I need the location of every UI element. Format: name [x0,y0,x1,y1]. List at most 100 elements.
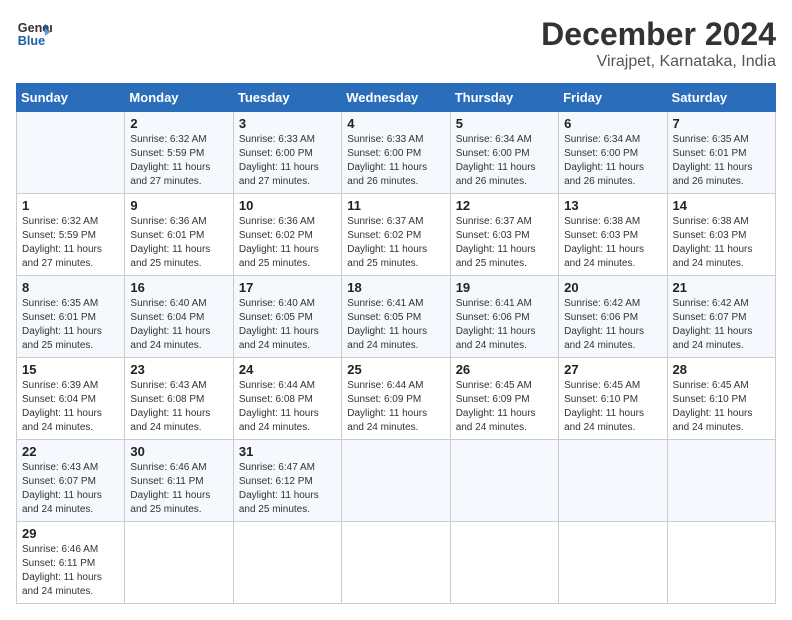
day-number: 4 [347,116,444,131]
header-row: SundayMondayTuesdayWednesdayThursdayFrid… [17,84,776,112]
day-number: 25 [347,362,444,377]
svg-text:Blue: Blue [18,34,45,48]
day-detail: Sunrise: 6:45 AMSunset: 6:10 PMDaylight:… [564,380,644,433]
day-cell-27: 27 Sunrise: 6:45 AMSunset: 6:10 PMDaylig… [559,358,667,440]
day-number: 30 [130,444,227,459]
day-number: 29 [22,526,119,541]
day-cell-5: 5 Sunrise: 6:34 AMSunset: 6:00 PMDayligh… [450,112,558,194]
day-detail: Sunrise: 6:46 AMSunset: 6:11 PMDaylight:… [22,544,102,597]
day-cell-14: 14 Sunrise: 6:38 AMSunset: 6:03 PMDaylig… [667,194,775,276]
day-cell-26: 26 Sunrise: 6:45 AMSunset: 6:09 PMDaylig… [450,358,558,440]
day-cell-19: 19 Sunrise: 6:41 AMSunset: 6:06 PMDaylig… [450,276,558,358]
day-cell-30: 30 Sunrise: 6:46 AMSunset: 6:11 PMDaylig… [125,440,233,522]
header-wednesday: Wednesday [342,84,450,112]
day-detail: Sunrise: 6:43 AMSunset: 6:07 PMDaylight:… [22,462,102,515]
day-number: 7 [673,116,770,131]
day-cell-7: 7 Sunrise: 6:35 AMSunset: 6:01 PMDayligh… [667,112,775,194]
day-number: 15 [22,362,119,377]
day-cell-11: 11 Sunrise: 6:37 AMSunset: 6:02 PMDaylig… [342,194,450,276]
empty-cell [559,522,667,604]
day-cell-28: 28 Sunrise: 6:45 AMSunset: 6:10 PMDaylig… [667,358,775,440]
day-detail: Sunrise: 6:36 AMSunset: 6:01 PMDaylight:… [130,216,210,269]
day-number: 2 [130,116,227,131]
day-cell-31: 31 Sunrise: 6:47 AMSunset: 6:12 PMDaylig… [233,440,341,522]
day-detail: Sunrise: 6:36 AMSunset: 6:02 PMDaylight:… [239,216,319,269]
empty-cell [450,522,558,604]
day-detail: Sunrise: 6:43 AMSunset: 6:08 PMDaylight:… [130,380,210,433]
day-cell-13: 13 Sunrise: 6:38 AMSunset: 6:03 PMDaylig… [559,194,667,276]
header-tuesday: Tuesday [233,84,341,112]
day-detail: Sunrise: 6:34 AMSunset: 6:00 PMDaylight:… [456,134,536,187]
day-number: 3 [239,116,336,131]
empty-cell [233,522,341,604]
day-cell-21: 21 Sunrise: 6:42 AMSunset: 6:07 PMDaylig… [667,276,775,358]
day-cell-8: 8 Sunrise: 6:35 AMSunset: 6:01 PMDayligh… [17,276,125,358]
day-detail: Sunrise: 6:35 AMSunset: 6:01 PMDaylight:… [673,134,753,187]
day-cell-24: 24 Sunrise: 6:44 AMSunset: 6:08 PMDaylig… [233,358,341,440]
empty-cell [667,440,775,522]
day-number: 22 [22,444,119,459]
day-cell-10: 10 Sunrise: 6:36 AMSunset: 6:02 PMDaylig… [233,194,341,276]
day-detail: Sunrise: 6:40 AMSunset: 6:05 PMDaylight:… [239,298,319,351]
day-detail: Sunrise: 6:47 AMSunset: 6:12 PMDaylight:… [239,462,319,515]
day-cell-15: 15 Sunrise: 6:39 AMSunset: 6:04 PMDaylig… [17,358,125,440]
day-number: 17 [239,280,336,295]
day-cell-12: 12 Sunrise: 6:37 AMSunset: 6:03 PMDaylig… [450,194,558,276]
empty-cell [667,522,775,604]
day-cell-17: 17 Sunrise: 6:40 AMSunset: 6:05 PMDaylig… [233,276,341,358]
day-detail: Sunrise: 6:41 AMSunset: 6:05 PMDaylight:… [347,298,427,351]
day-number: 10 [239,198,336,213]
day-number: 18 [347,280,444,295]
calendar-row-2: 8 Sunrise: 6:35 AMSunset: 6:01 PMDayligh… [17,276,776,358]
day-detail: Sunrise: 6:40 AMSunset: 6:04 PMDaylight:… [130,298,210,351]
day-cell-22: 22 Sunrise: 6:43 AMSunset: 6:07 PMDaylig… [17,440,125,522]
day-detail: Sunrise: 6:32 AMSunset: 5:59 PMDaylight:… [130,134,210,187]
day-cell-9: 9 Sunrise: 6:36 AMSunset: 6:01 PMDayligh… [125,194,233,276]
day-cell-18: 18 Sunrise: 6:41 AMSunset: 6:05 PMDaylig… [342,276,450,358]
day-detail: Sunrise: 6:46 AMSunset: 6:11 PMDaylight:… [130,462,210,515]
day-cell-3: 3 Sunrise: 6:33 AMSunset: 6:00 PMDayligh… [233,112,341,194]
day-number: 20 [564,280,661,295]
day-number: 11 [347,198,444,213]
header-monday: Monday [125,84,233,112]
empty-cell [559,440,667,522]
calendar-row-0: 2 Sunrise: 6:32 AMSunset: 5:59 PMDayligh… [17,112,776,194]
day-number: 31 [239,444,336,459]
header-sunday: Sunday [17,84,125,112]
day-detail: Sunrise: 6:39 AMSunset: 6:04 PMDaylight:… [22,380,102,433]
day-detail: Sunrise: 6:37 AMSunset: 6:03 PMDaylight:… [456,216,536,269]
month-title: December 2024 [541,16,776,53]
calendar-row-1: 1 Sunrise: 6:32 AMSunset: 5:59 PMDayligh… [17,194,776,276]
day-number: 26 [456,362,553,377]
day-number: 9 [130,198,227,213]
day-detail: Sunrise: 6:42 AMSunset: 6:06 PMDaylight:… [564,298,644,351]
day-detail: Sunrise: 6:38 AMSunset: 6:03 PMDaylight:… [564,216,644,269]
day-number: 6 [564,116,661,131]
day-cell-25: 25 Sunrise: 6:44 AMSunset: 6:09 PMDaylig… [342,358,450,440]
day-number: 12 [456,198,553,213]
day-number: 1 [22,198,119,213]
calendar-table: SundayMondayTuesdayWednesdayThursdayFrid… [16,83,776,604]
calendar-row-4: 22 Sunrise: 6:43 AMSunset: 6:07 PMDaylig… [17,440,776,522]
calendar-row-3: 15 Sunrise: 6:39 AMSunset: 6:04 PMDaylig… [17,358,776,440]
day-cell-6: 6 Sunrise: 6:34 AMSunset: 6:00 PMDayligh… [559,112,667,194]
calendar-row-5: 29 Sunrise: 6:46 AMSunset: 6:11 PMDaylig… [17,522,776,604]
empty-cell [17,112,125,194]
day-number: 5 [456,116,553,131]
day-detail: Sunrise: 6:45 AMSunset: 6:09 PMDaylight:… [456,380,536,433]
day-cell-1: 1 Sunrise: 6:32 AMSunset: 5:59 PMDayligh… [17,194,125,276]
day-detail: Sunrise: 6:42 AMSunset: 6:07 PMDaylight:… [673,298,753,351]
day-number: 16 [130,280,227,295]
page-header: General Blue December 2024 Virajpet, Kar… [16,16,776,71]
header-thursday: Thursday [450,84,558,112]
day-cell-29: 29 Sunrise: 6:46 AMSunset: 6:11 PMDaylig… [17,522,125,604]
day-detail: Sunrise: 6:38 AMSunset: 6:03 PMDaylight:… [673,216,753,269]
day-number: 27 [564,362,661,377]
day-number: 23 [130,362,227,377]
day-cell-20: 20 Sunrise: 6:42 AMSunset: 6:06 PMDaylig… [559,276,667,358]
day-detail: Sunrise: 6:33 AMSunset: 6:00 PMDaylight:… [239,134,319,187]
day-number: 8 [22,280,119,295]
empty-cell [125,522,233,604]
empty-cell [342,440,450,522]
day-cell-16: 16 Sunrise: 6:40 AMSunset: 6:04 PMDaylig… [125,276,233,358]
